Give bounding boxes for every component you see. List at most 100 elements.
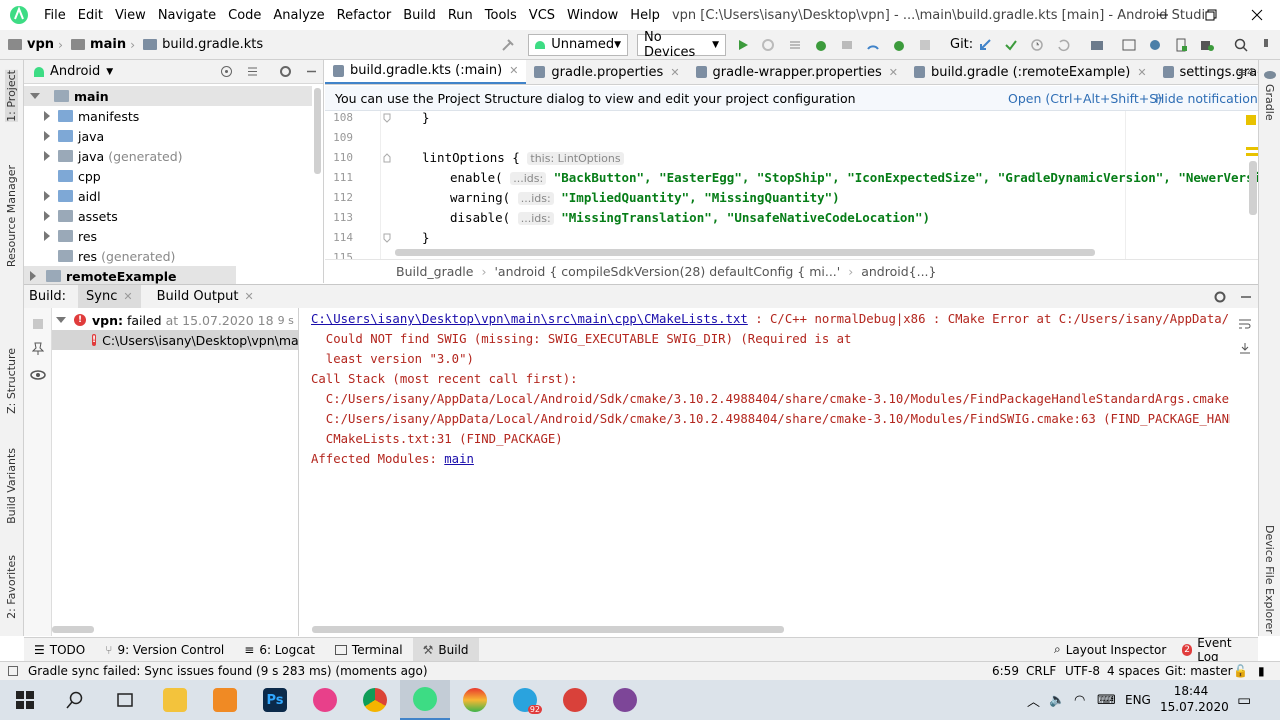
search-icon[interactable]	[1233, 38, 1249, 52]
tab-list-button[interactable]: ≡4	[1238, 66, 1254, 79]
project-scrollbar[interactable]	[314, 88, 321, 174]
telegram-icon[interactable]: 92	[500, 680, 550, 720]
cmakelists-link[interactable]: C:\Users\isany\Desktop\vpn\main\src\main…	[311, 312, 748, 326]
line-separator[interactable]: CRLF	[1026, 664, 1056, 678]
hide-panel-icon[interactable]	[304, 65, 318, 78]
tree-item-manifests[interactable]: manifests	[44, 106, 139, 126]
file-encoding[interactable]: UTF-8	[1065, 664, 1100, 678]
close-tab-icon[interactable]: ✕	[889, 66, 898, 79]
tree-item-main[interactable]: main	[24, 86, 312, 106]
lock-icon[interactable]: 🔓	[1233, 664, 1248, 678]
tor-browser-icon[interactable]	[600, 680, 650, 720]
tree-item-res-generated[interactable]: res (generated)	[58, 246, 175, 266]
device-dropdown[interactable]: No Devices ▼	[637, 30, 726, 60]
close-tab-icon[interactable]: ✕	[245, 290, 254, 303]
tool-build[interactable]: ⚒ Build	[412, 637, 479, 662]
tab-build-output[interactable]: Build Output ✕	[149, 285, 262, 309]
gear-icon[interactable]	[1212, 290, 1228, 304]
close-tab-icon[interactable]: ✕	[670, 66, 679, 79]
avd-manager-icon[interactable]	[1173, 38, 1189, 52]
keyboard-icon[interactable]: ⌨	[1097, 693, 1116, 708]
breadcrumb-android-block[interactable]: 'android { compileSdkVersion(28) default…	[494, 264, 840, 279]
profile-icon[interactable]	[839, 38, 855, 52]
tree-item-res[interactable]: res	[44, 226, 97, 246]
stripe-project[interactable]: 1: Project	[5, 70, 18, 122]
tree-item-aidl[interactable]: aidl	[44, 186, 101, 206]
collapse-all-icon[interactable]	[245, 65, 259, 78]
tool-logcat[interactable]: ≡ 6: Logcat	[234, 638, 325, 662]
tree-item-java-generated[interactable]: java (generated)	[44, 146, 183, 166]
sync-tree-error-item[interactable]: ! C:\Users\isany\Desktop\vpn\main\s	[52, 330, 298, 350]
hide-notification-link[interactable]: Hide notification	[1155, 91, 1258, 106]
stripe-structure[interactable]: Z: Structure	[5, 348, 18, 414]
tool-layout-inspector[interactable]: ⌕ Layout Inspector	[1044, 638, 1176, 662]
stripe-resource-manager[interactable]: Resource Manager	[5, 165, 18, 267]
hammer-icon[interactable]	[498, 37, 518, 53]
tree-item-assets[interactable]: assets	[44, 206, 118, 226]
git-commit-icon[interactable]	[1003, 38, 1019, 52]
attach-debugger-icon[interactable]	[865, 38, 881, 52]
git-branch[interactable]: Git: master	[1165, 664, 1233, 678]
tab-build-gradle-kts-main[interactable]: build.gradle.kts (:main) ✕	[325, 60, 527, 84]
build-console[interactable]: C:\Users\isany\Desktop\vpn\main\src\main…	[300, 308, 1230, 636]
menu-view[interactable]: View	[109, 8, 152, 23]
locate-icon[interactable]	[219, 65, 233, 78]
gear-icon[interactable]	[278, 65, 292, 78]
status-message[interactable]: Gradle sync failed: Sync issues found (9…	[28, 664, 428, 678]
tool-event-log[interactable]: 2 Event Log	[1172, 636, 1258, 664]
sync-project-icon[interactable]	[1121, 38, 1137, 52]
code-editor[interactable]: 108 109 110 111 112 113 114 115 } lintOp…	[325, 111, 1258, 259]
git-update-icon[interactable]	[977, 38, 993, 52]
stripe-gradle[interactable]: Gradle	[1263, 84, 1276, 121]
git-rollback-icon[interactable]	[1055, 38, 1071, 52]
menu-tools[interactable]: Tools	[479, 8, 523, 23]
file-explorer-icon[interactable]	[150, 680, 200, 720]
git-history-icon[interactable]	[1029, 38, 1045, 52]
minimize-button[interactable]	[1140, 0, 1186, 30]
notifications-icon[interactable]: ▭	[1237, 691, 1251, 709]
run-config-dropdown[interactable]: Unnamed ▼	[528, 33, 628, 56]
status-panel-toggle-icon[interactable]	[8, 666, 18, 676]
fold-marker-icon[interactable]	[382, 153, 392, 163]
sync-tree-root[interactable]: ! vpn: failed at 15.07.2020 18 9 s 307 m…	[52, 310, 298, 330]
hide-panel-icon[interactable]	[1238, 290, 1254, 304]
eye-icon[interactable]	[30, 369, 46, 381]
tab-gradle-properties[interactable]: gradle.properties ✕	[526, 60, 687, 84]
photoshop-icon[interactable]: Ps	[250, 680, 300, 720]
open-project-structure-link[interactable]: Open (Ctrl+Alt+Shift+S)	[1008, 91, 1162, 106]
git-client-icon[interactable]	[550, 680, 600, 720]
caret-position[interactable]: 6:59	[992, 664, 1019, 678]
run-icon[interactable]	[735, 39, 751, 51]
tree-item-remote-example[interactable]: remoteExample	[24, 266, 236, 286]
close-tab-icon[interactable]: ✕	[1137, 66, 1146, 79]
stripe-build-variants[interactable]: Build Variants	[5, 448, 18, 524]
tab-gradle-wrapper-properties[interactable]: gradle-wrapper.properties ✕	[688, 60, 906, 84]
warning-stripe[interactable]	[1246, 147, 1258, 150]
fold-marker-icon[interactable]	[382, 233, 392, 243]
chrome-icon[interactable]	[350, 680, 400, 720]
editor-horizontal-scrollbar[interactable]	[395, 249, 1095, 256]
stop-icon[interactable]	[917, 39, 933, 51]
debug-attach-icon[interactable]	[891, 38, 907, 52]
soft-wrap-icon[interactable]	[1237, 318, 1253, 330]
colorful-app-icon[interactable]	[450, 680, 500, 720]
menu-navigate[interactable]: Navigate	[152, 8, 222, 23]
stop-icon[interactable]	[31, 318, 45, 330]
nav-crumb-main[interactable]: main	[63, 37, 126, 52]
menu-edit[interactable]: Edit	[72, 8, 109, 23]
stripe-favorites[interactable]: 2: Favorites	[5, 555, 18, 619]
breadcrumb-build-gradle[interactable]: Build_gradle	[396, 264, 473, 279]
warning-stripe[interactable]	[1246, 153, 1258, 156]
sublime-text-icon[interactable]	[200, 680, 250, 720]
nav-crumb-vpn[interactable]: vpn	[0, 37, 54, 52]
menu-window[interactable]: Window	[561, 8, 624, 23]
maximize-button[interactable]	[1188, 0, 1234, 30]
show-hidden-icons-chevron-icon[interactable]: ︿	[1027, 691, 1040, 710]
menu-help[interactable]: Help	[624, 8, 666, 23]
debug-icon[interactable]	[813, 38, 829, 52]
apply-code-changes-icon[interactable]	[787, 38, 803, 52]
scroll-to-end-icon[interactable]	[1237, 342, 1253, 354]
tab-build-gradle-remote-example[interactable]: build.gradle (:remoteExample) ✕	[906, 60, 1155, 84]
warning-marker-icon[interactable]	[1246, 115, 1256, 125]
menu-analyze[interactable]: Analyze	[267, 8, 330, 23]
